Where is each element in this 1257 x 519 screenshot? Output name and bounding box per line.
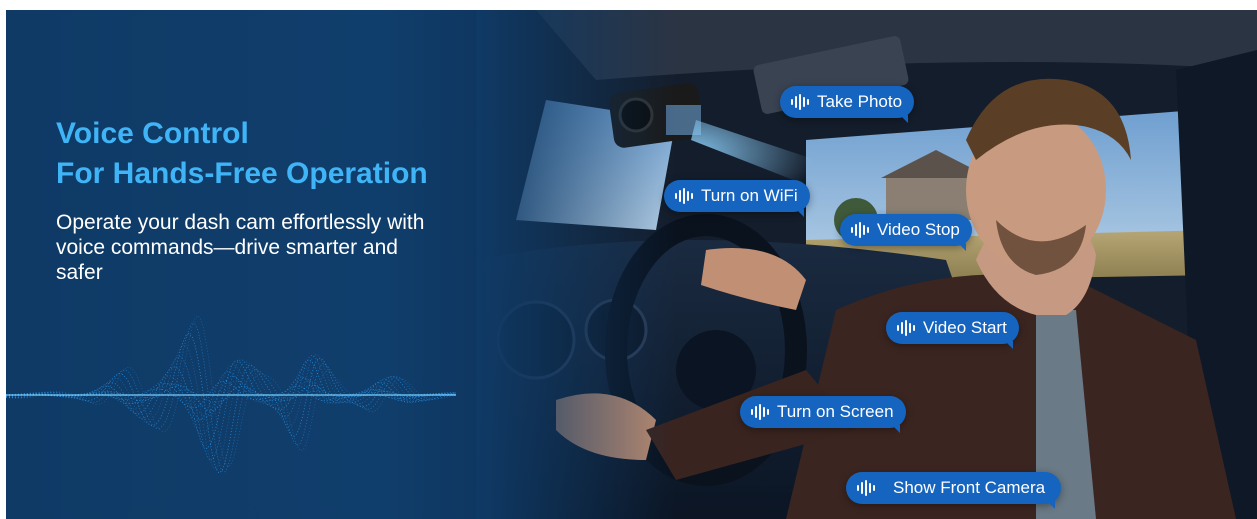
wave-strand [6,380,456,418]
command-pill-show-front-camera: Show Front Camera [846,472,1062,509]
headline-line2: For Hands-Free Operation [56,157,428,190]
command-pill-take-photo: Take Photo [780,86,915,123]
voice-wave-icon [857,480,875,496]
scene-fade-overlay [476,10,676,519]
wave-strand [6,375,456,420]
command-pill-video-start: Video Start [886,312,1019,349]
voice-wave-icon [751,404,769,420]
voice-wave-icon [675,188,693,204]
pill-tail [891,425,900,433]
command-pill-turn-on-screen: Turn on Screen [740,396,906,433]
command-label: Turn on WiFi [701,186,798,205]
pill-tail [957,243,966,251]
wave-strand [6,332,456,474]
hero-banner: Voice Control For Hands-Free Operation O… [6,10,1257,519]
headline-line1: Voice Control [56,117,249,150]
command-label: Video Stop [877,220,960,239]
voice-wave-icon [791,94,809,110]
command-label: Turn on Screen [777,402,894,421]
wave-strand [6,323,456,473]
command-pill-video-stop: Video Stop [840,214,972,251]
pill-tail [1047,501,1056,509]
wave-strand [6,389,456,403]
command-label: Video Start [923,318,1007,337]
command-label: Show Front Camera [893,478,1046,497]
pill-tail [795,209,804,217]
wave-strand [6,344,456,470]
command-label: Take Photo [817,92,903,111]
pill-tail [900,115,909,123]
subtitle: Operate your dash cam effortlessly with … [56,211,425,284]
sound-wave-graphic [6,315,456,474]
wave-strand [6,364,456,436]
voice-wave-icon [851,222,869,238]
command-pill-turn-on-wifi: Turn on WiFi [664,180,810,217]
voice-wave-icon [897,320,915,336]
pill-tail [1004,341,1013,349]
headline: Voice Control For Hands-Free Operation [56,114,428,194]
